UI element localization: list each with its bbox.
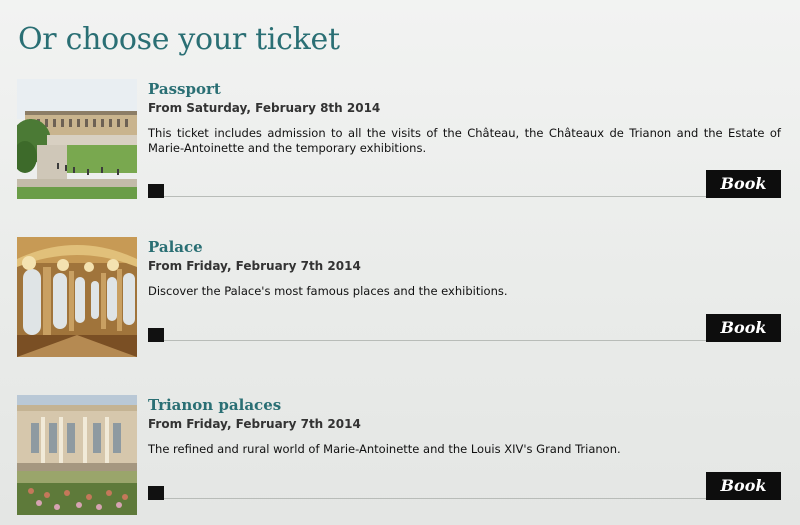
hall-of-mirrors-image [17,237,137,357]
ticket-description: This ticket includes admission to all th… [148,126,781,155]
page-title: Or choose your ticket [18,22,340,57]
divider [164,498,781,499]
ticket-date: From Friday, February 7th 2014 [148,417,361,431]
ticket-action-bar: Book [148,170,781,198]
palace-thumbnail[interactable] [17,237,137,357]
ticket-passport: Passport From Saturday, February 8th 201… [17,79,781,201]
book-button[interactable]: Book [706,314,781,342]
passport-info: Passport From Saturday, February 8th 201… [148,79,781,156]
palace-info: Palace From Friday, February 7th 2014 Di… [148,237,781,299]
ticket-action-bar: Book [148,472,781,500]
ticket-description: Discover the Palace's most famous places… [148,284,508,298]
divider [164,196,781,197]
divider [164,340,781,341]
ticket-title[interactable]: Palace [148,237,781,256]
ticket-palace: Palace From Friday, February 7th 2014 Di… [17,237,781,359]
trianon-thumbnail[interactable] [17,395,137,515]
ticket-date: From Friday, February 7th 2014 [148,259,361,273]
ticket-date: From Saturday, February 8th 2014 [148,101,381,115]
square-marker-icon [148,486,164,500]
book-button[interactable]: Book [706,472,781,500]
grand-trianon-image [17,395,137,515]
square-marker-icon [148,184,164,198]
square-marker-icon [148,328,164,342]
palace-gardens-image [17,79,137,199]
ticket-action-bar: Book [148,314,781,342]
book-button[interactable]: Book [706,170,781,198]
ticket-title[interactable]: Trianon palaces [148,395,781,414]
passport-thumbnail[interactable] [17,79,137,199]
ticket-trianon: Trianon palaces From Friday, February 7t… [17,395,781,517]
ticket-description: The refined and rural world of Marie-Ant… [148,442,621,456]
trianon-info: Trianon palaces From Friday, February 7t… [148,395,781,457]
ticket-title[interactable]: Passport [148,79,781,98]
